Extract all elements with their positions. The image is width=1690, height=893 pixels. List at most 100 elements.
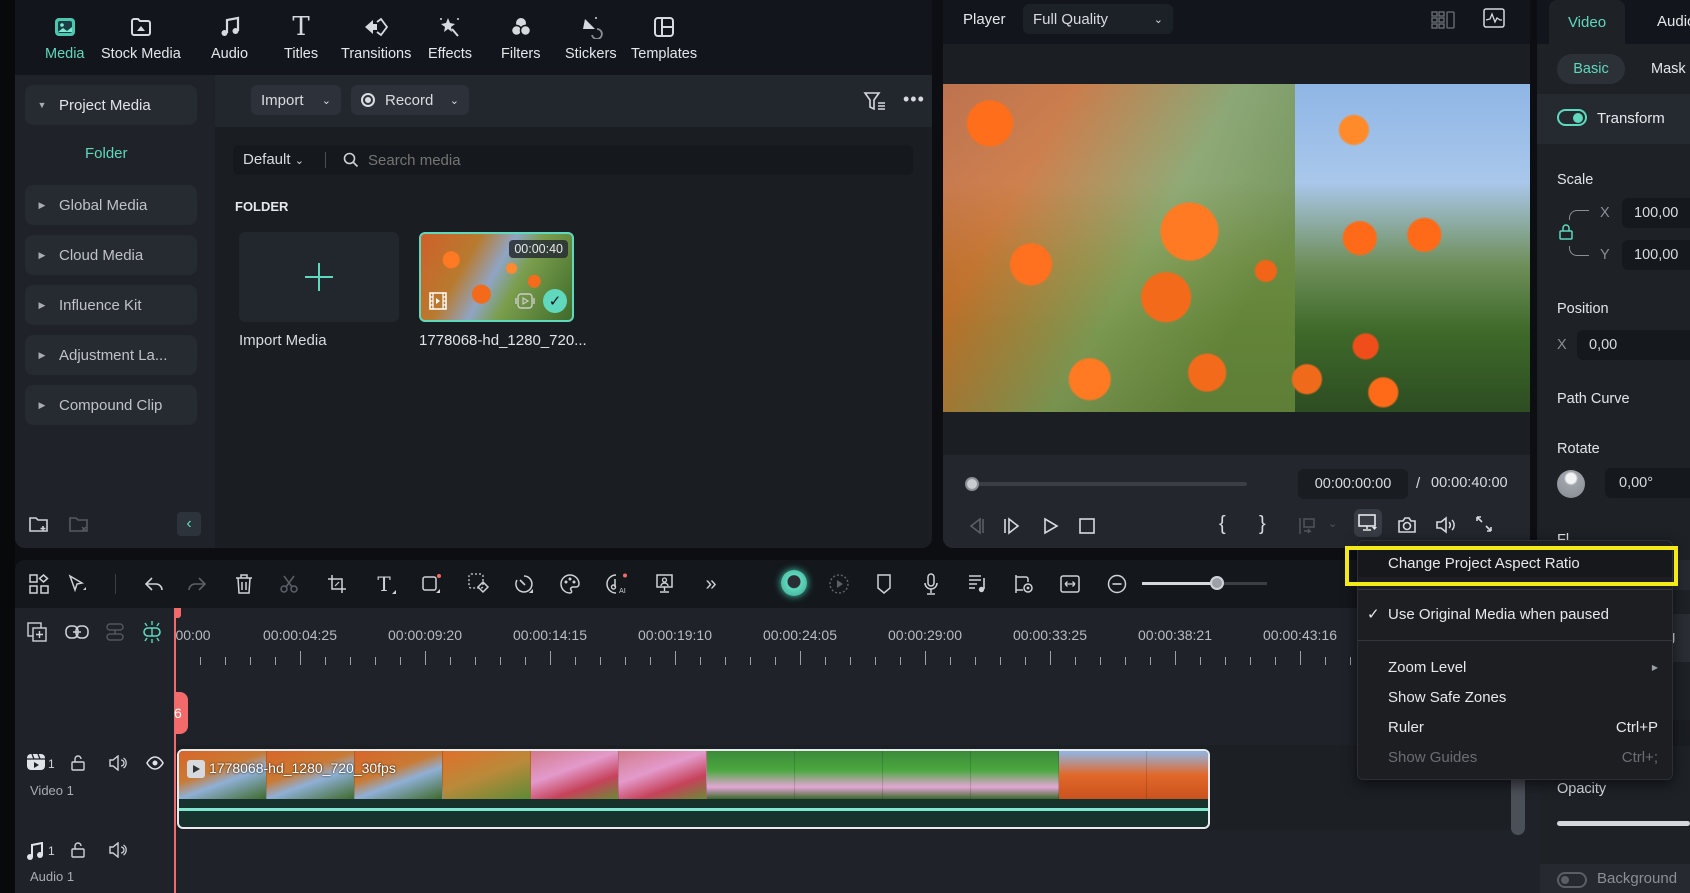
delete-icon[interactable]: [232, 572, 256, 596]
media-panel: ▼ Project Media Folder ▶ Global Media ▶ …: [15, 75, 932, 548]
link-clips-icon[interactable]: [65, 624, 89, 640]
add-track-icon[interactable]: [27, 622, 47, 642]
search-icon: [343, 152, 359, 168]
mark-out-icon[interactable]: }: [1259, 513, 1266, 536]
fullscreen-icon[interactable]: [1475, 515, 1493, 533]
quality-dropdown[interactable]: Full Quality ⌄: [1023, 4, 1173, 34]
rotate-dial[interactable]: [1557, 470, 1585, 498]
nav-filters[interactable]: Filters: [501, 14, 540, 62]
ai-audio-icon[interactable]: AI: [605, 572, 629, 596]
sidebar-item-adjustment-layer[interactable]: ▶ Adjustment La...: [25, 335, 197, 375]
mark-in-icon[interactable]: {: [1219, 513, 1226, 536]
layout-icon[interactable]: [27, 572, 51, 596]
nav-media[interactable]: Media: [45, 14, 85, 62]
nav-stickers[interactable]: Stickers: [565, 14, 617, 62]
visibility-eye-icon[interactable]: [146, 756, 164, 770]
scale-y-field[interactable]: 100,00: [1622, 240, 1690, 270]
marker-icon[interactable]: [872, 572, 896, 596]
nav-effects[interactable]: Effects: [428, 14, 472, 62]
text-tool-icon[interactable]: T: [372, 572, 396, 596]
presenter-icon[interactable]: [653, 572, 677, 596]
nav-stock-media[interactable]: Stock Media: [101, 14, 181, 62]
display-settings-button[interactable]: [1354, 509, 1382, 537]
menu-item-use-original-media[interactable]: ✓ Use Original Media when paused: [1358, 600, 1672, 628]
magnetic-snap-icon[interactable]: [141, 620, 163, 644]
color-palette-icon[interactable]: [558, 572, 582, 596]
playback-scrubber[interactable]: [967, 482, 1247, 486]
sidebar-folder[interactable]: Folder: [85, 145, 128, 162]
volume-icon[interactable]: [1435, 515, 1457, 535]
playhead[interactable]: [174, 608, 176, 893]
import-button[interactable]: Import ⌄: [251, 85, 341, 115]
stop-icon[interactable]: [1078, 517, 1096, 535]
video-preview[interactable]: [943, 84, 1530, 412]
sidebar-item-project-media[interactable]: ▼ Project Media: [25, 85, 197, 125]
import-media-tile[interactable]: [239, 232, 399, 322]
section-title: FOLDER: [235, 199, 289, 214]
preview-render-icon[interactable]: [1012, 572, 1036, 596]
more-tools-icon[interactable]: »: [699, 572, 723, 596]
speed-icon[interactable]: [512, 572, 536, 596]
collapse-sidebar-button[interactable]: ‹: [177, 512, 201, 536]
mute-track-icon[interactable]: [109, 755, 127, 771]
nav-audio[interactable]: Audio: [211, 14, 248, 62]
lock-track-icon[interactable]: [71, 755, 85, 771]
sidebar-item-cloud-media[interactable]: ▶ Cloud Media: [25, 235, 197, 275]
menu-item-ruler[interactable]: Ruler Ctrl+P: [1358, 713, 1672, 741]
playhead-top[interactable]: [174, 608, 181, 618]
more-options-icon[interactable]: •••: [903, 89, 925, 110]
previous-frame-icon[interactable]: [967, 517, 985, 535]
highlight-annotation-box: [1345, 546, 1678, 586]
position-x-field[interactable]: 0,00: [1577, 330, 1690, 360]
rotate-field[interactable]: 0,00°: [1605, 468, 1690, 498]
record-button[interactable]: Record ⌄: [351, 85, 469, 115]
shape-tool-icon[interactable]: [419, 572, 443, 596]
media-clip-thumbnail[interactable]: 00:00:40 ✓: [419, 232, 574, 322]
scrubber-handle[interactable]: [965, 477, 979, 491]
sort-dropdown[interactable]: Default ⌄: [243, 151, 304, 168]
transform-toggle[interactable]: [1557, 109, 1587, 126]
background-toggle[interactable]: [1557, 872, 1587, 888]
music-list-icon[interactable]: [966, 572, 990, 596]
video-clip[interactable]: 1778068-hd_1280_720_30fps: [177, 749, 1210, 829]
mask-eraser-icon[interactable]: [467, 572, 491, 596]
play-icon[interactable]: [1042, 517, 1060, 535]
filter-sort-icon[interactable]: [863, 91, 887, 113]
menu-item-show-safe-zones[interactable]: Show Safe Zones: [1358, 683, 1672, 711]
snapshot-camera-icon[interactable]: [1397, 515, 1417, 535]
ruler-tick: [875, 657, 876, 665]
layout-grid-icon[interactable]: [1431, 10, 1455, 30]
ai-copilot-icon[interactable]: [781, 570, 807, 596]
sidebar-item-global-media[interactable]: ▶ Global Media: [25, 185, 197, 225]
subtab-basic[interactable]: Basic: [1557, 54, 1625, 84]
sidebar-item-compound-clip[interactable]: ▶ Compound Clip: [25, 385, 197, 425]
zoom-slider-handle[interactable]: [1210, 576, 1224, 590]
opacity-slider[interactable]: [1557, 821, 1690, 826]
nav-titles[interactable]: T Titles: [284, 12, 318, 62]
search-input[interactable]: [368, 145, 898, 175]
next-frame-icon[interactable]: [1003, 517, 1021, 535]
transform-section-header: Transform: [1537, 94, 1690, 144]
zoom-out-icon[interactable]: [1105, 572, 1129, 596]
tab-audio[interactable]: Audio: [1657, 13, 1690, 30]
select-tool-icon[interactable]: [65, 572, 89, 596]
new-folder-icon[interactable]: [29, 515, 49, 533]
crop-icon[interactable]: [325, 572, 349, 596]
timeline-ruler[interactable]: 00:00 00:00:04:25 00:00:09:20 00:00:14:15 00…: [175, 608, 1515, 668]
sidebar-item-influence-kit[interactable]: ▶ Influence Kit: [25, 285, 197, 325]
lock-icon[interactable]: [1559, 224, 1573, 240]
subtab-mask[interactable]: Mask: [1651, 61, 1686, 77]
nav-templates[interactable]: Templates: [631, 14, 697, 62]
mute-track-icon[interactable]: [109, 842, 127, 858]
scale-x-field[interactable]: 100,00: [1622, 198, 1690, 228]
scopes-icon[interactable]: [1483, 8, 1505, 28]
lock-track-icon[interactable]: [71, 842, 85, 858]
menu-item-label: Show Safe Zones: [1388, 688, 1507, 706]
current-time-field[interactable]: 00:00:00:00: [1298, 469, 1408, 499]
fit-timeline-icon[interactable]: [1058, 572, 1082, 596]
microphone-icon[interactable]: [919, 572, 943, 596]
nav-transitions[interactable]: Transitions: [341, 14, 411, 62]
undo-icon[interactable]: [142, 572, 166, 596]
tab-video[interactable]: Video: [1549, 0, 1625, 44]
menu-item-zoom-level[interactable]: Zoom Level ▶: [1358, 653, 1672, 681]
